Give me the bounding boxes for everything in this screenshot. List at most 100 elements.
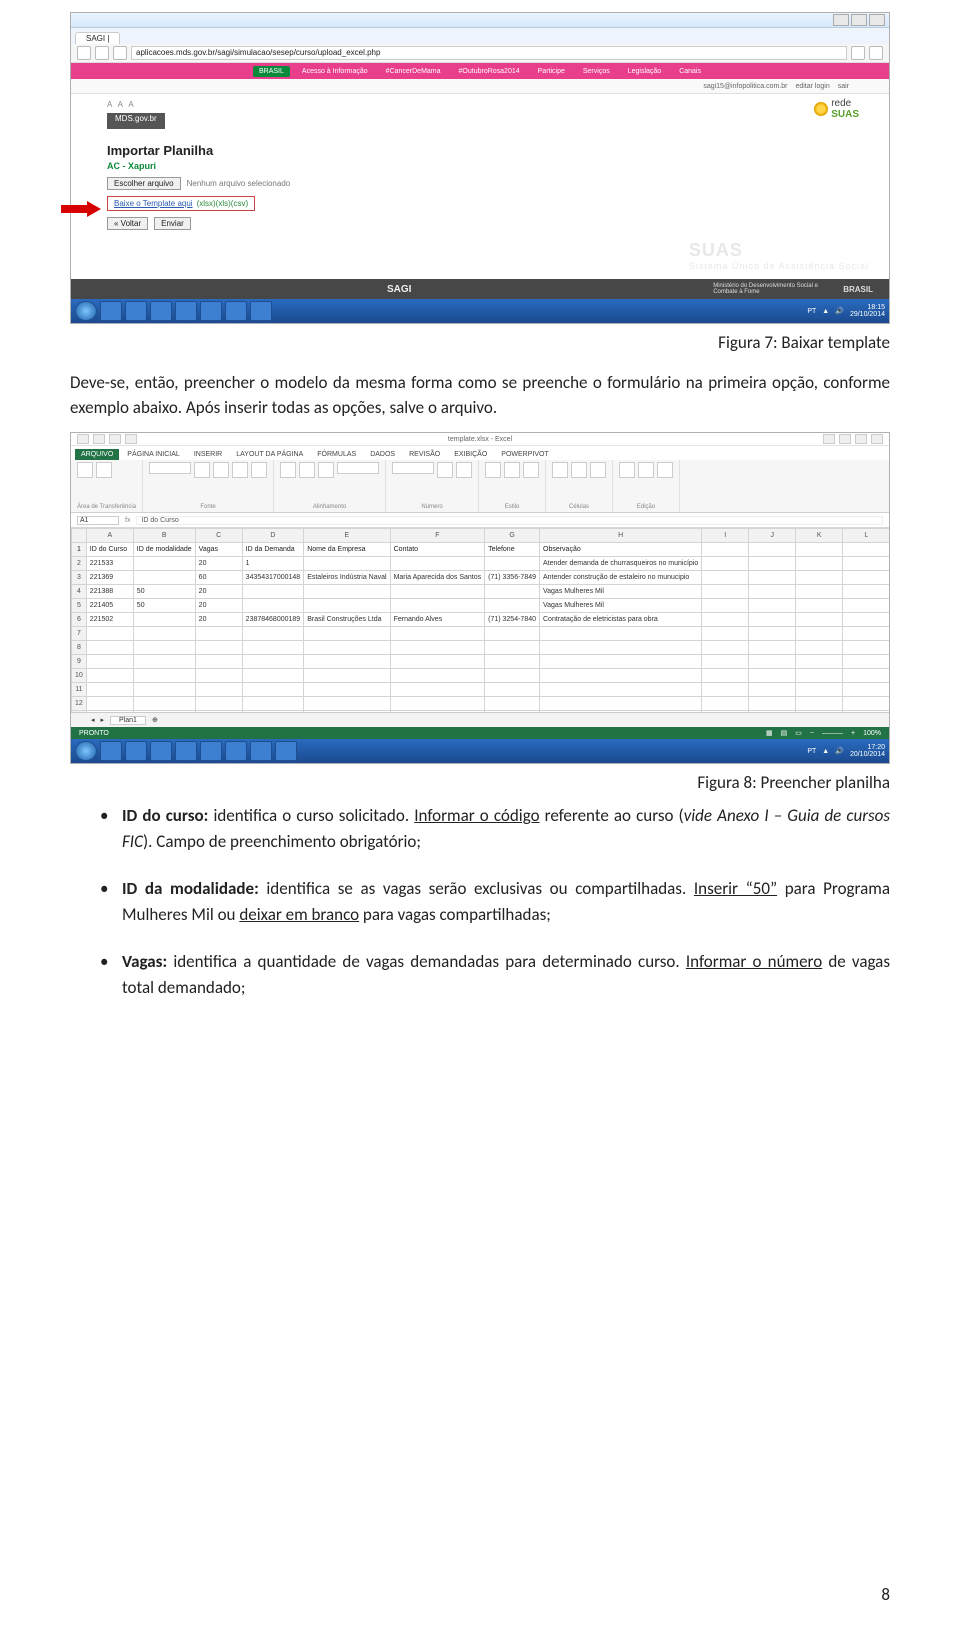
tray-icon[interactable]: 🔊 <box>835 307 844 315</box>
windows-taskbar: PT ▲ 🔊 17:20 20/10/2014 <box>71 739 889 763</box>
taskbar-app-icon[interactable] <box>175 301 197 321</box>
close-icon <box>869 14 885 26</box>
gov-link[interactable]: #OutubroRosa2014 <box>453 66 526 77</box>
page-title: Importar Planilha <box>107 143 853 158</box>
gov-link[interactable]: Participe <box>532 66 571 77</box>
tray-time: 18:15 <box>850 304 885 311</box>
formula-input[interactable]: ID do Curso <box>136 516 883 525</box>
footer-mds-label: Ministério do Desenvolvimento Social e C… <box>713 283 823 295</box>
ribbon-tab[interactable]: FÓRMULAS <box>311 449 362 460</box>
taskbar-app-icon[interactable] <box>100 741 122 761</box>
user-email: sagi15@infopolitica.com.br <box>703 83 787 90</box>
taskbar-app-icon[interactable] <box>225 741 247 761</box>
sagi-logo: SAGI <box>387 284 411 295</box>
back-button[interactable]: « Voltar <box>107 217 148 230</box>
sheet-nav-icon[interactable]: ▸ <box>101 716 105 724</box>
user-bar: sagi15@infopolitica.com.br editar login … <box>71 79 889 94</box>
taskbar-app-icon[interactable] <box>125 741 147 761</box>
list-item: ID do curso: identifica o curso solicita… <box>100 803 890 854</box>
excel-doc-title: template.xlsx - Excel <box>141 436 819 443</box>
bookmark-icon[interactable] <box>851 46 865 60</box>
file-selected-label: Nenhum arquivo selecionado <box>187 179 291 188</box>
page-number: 8 <box>881 1584 890 1605</box>
fx-icon[interactable]: fx <box>125 517 130 524</box>
taskbar-app-icon[interactable] <box>200 301 222 321</box>
undo-icon[interactable] <box>109 434 121 444</box>
ribbon-tabs: ARQUIVO PÁGINA INICIAL INSERIR LAYOUT DA… <box>71 446 889 460</box>
taskbar-app-icon[interactable] <box>275 741 297 761</box>
menu-icon[interactable] <box>869 46 883 60</box>
ribbon-tab[interactable]: REVISÃO <box>403 449 446 460</box>
gov-link[interactable]: Serviços <box>577 66 616 77</box>
gov-link[interactable]: Canais <box>673 66 707 77</box>
taskbar-app-icon[interactable] <box>100 301 122 321</box>
view-pagebreak-icon[interactable]: ▭ <box>795 729 802 737</box>
gov-link[interactable]: Acesso à Informação <box>296 66 374 77</box>
minimize-icon[interactable] <box>839 434 851 444</box>
gov-nav-bar: BRASIL Acesso à Informação #CancerDeMama… <box>71 63 889 79</box>
page-body: redeSUAS A A A MDS.gov.br Importar Plani… <box>71 94 889 279</box>
sheet-tab[interactable]: Plan1 <box>110 716 146 725</box>
add-sheet-icon[interactable]: ⊕ <box>152 716 158 724</box>
download-template-link[interactable]: Baixe o Template aqui <box>114 199 193 208</box>
tray-icon[interactable]: 🔊 <box>835 747 844 755</box>
tray-time: 17:20 <box>850 744 885 751</box>
taskbar-app-icon[interactable] <box>200 741 222 761</box>
rede-suas-logo: redeSUAS <box>814 98 859 120</box>
ribbon-tab[interactable]: POWERPIVOT <box>495 449 554 460</box>
zoom-out-icon[interactable]: − <box>810 730 814 737</box>
font-size-controls[interactable]: A A A <box>107 100 853 109</box>
excel-icon <box>77 434 89 444</box>
gov-link[interactable]: #CancerDeMama <box>380 66 447 77</box>
tray-icon[interactable]: ▲ <box>822 308 829 315</box>
url-field[interactable]: aplicacoes.mds.gov.br/sagi/simulacao/ses… <box>131 46 847 60</box>
tray-icon[interactable]: ▲ <box>822 748 829 755</box>
save-icon[interactable] <box>93 434 105 444</box>
send-button[interactable]: Enviar <box>154 217 191 230</box>
ribbon-tab[interactable]: PÁGINA INICIAL <box>121 449 186 460</box>
start-button-icon[interactable] <box>75 741 97 761</box>
taskbar-app-icon[interactable] <box>150 741 172 761</box>
zoom-level: 100% <box>863 730 881 737</box>
sheet-nav-icon[interactable]: ◂ <box>91 716 95 724</box>
browser-tab[interactable]: SAGI | <box>75 32 120 44</box>
zoom-in-icon[interactable]: + <box>851 730 855 737</box>
footer-brasil-label: BRASIL <box>843 285 873 294</box>
tray-lang-label: PT <box>807 748 816 755</box>
zoom-slider[interactable]: ——— <box>822 730 843 737</box>
choose-file-button[interactable]: Escolher arquivo <box>107 177 181 190</box>
view-layout-icon[interactable]: ▤ <box>781 729 788 737</box>
restore-icon[interactable] <box>855 434 867 444</box>
edit-login-link[interactable]: editar login <box>795 83 829 90</box>
reload-icon[interactable] <box>113 46 127 60</box>
gov-brasil-link[interactable]: BRASIL <box>253 66 290 77</box>
taskbar-app-icon[interactable] <box>125 301 147 321</box>
start-button-icon[interactable] <box>75 301 97 321</box>
ribbon: Área de Transferência Fonte Alinhamento … <box>71 460 889 513</box>
ribbon-tab-arquivo[interactable]: ARQUIVO <box>75 449 119 460</box>
redo-icon[interactable] <box>125 434 137 444</box>
ribbon-tab[interactable]: EXIBIÇÃO <box>448 449 493 460</box>
logout-link[interactable]: sair <box>838 83 849 90</box>
bullet-list: ID do curso: identifica o curso solicita… <box>100 803 890 1000</box>
taskbar-app-icon[interactable] <box>250 301 272 321</box>
view-normal-icon[interactable]: ▦ <box>766 729 773 737</box>
taskbar-app-icon[interactable] <box>175 741 197 761</box>
close-icon[interactable] <box>871 434 883 444</box>
ribbon-tab[interactable]: INSERIR <box>188 449 228 460</box>
tray-lang-label: PT <box>807 308 816 315</box>
back-icon[interactable] <box>77 46 91 60</box>
status-label: PRONTO <box>79 730 109 737</box>
taskbar-app-icon[interactable] <box>250 741 272 761</box>
address-bar: aplicacoes.mds.gov.br/sagi/simulacao/ses… <box>71 44 889 63</box>
suas-watermark: SUAS Sistema Único de Assistência Social <box>689 240 869 271</box>
ribbon-tab[interactable]: DADOS <box>364 449 401 460</box>
name-box[interactable]: A1 <box>77 516 119 525</box>
ribbon-tab[interactable]: LAYOUT DA PÁGINA <box>230 449 309 460</box>
forward-icon[interactable] <box>95 46 109 60</box>
taskbar-app-icon[interactable] <box>150 301 172 321</box>
help-icon[interactable] <box>823 434 835 444</box>
taskbar-app-icon[interactable] <box>225 301 247 321</box>
gov-link[interactable]: Legislação <box>622 66 667 77</box>
spreadsheet-grid[interactable]: ABCDEFGHIJKLMNOP1ID do CursoID de modali… <box>71 528 889 712</box>
